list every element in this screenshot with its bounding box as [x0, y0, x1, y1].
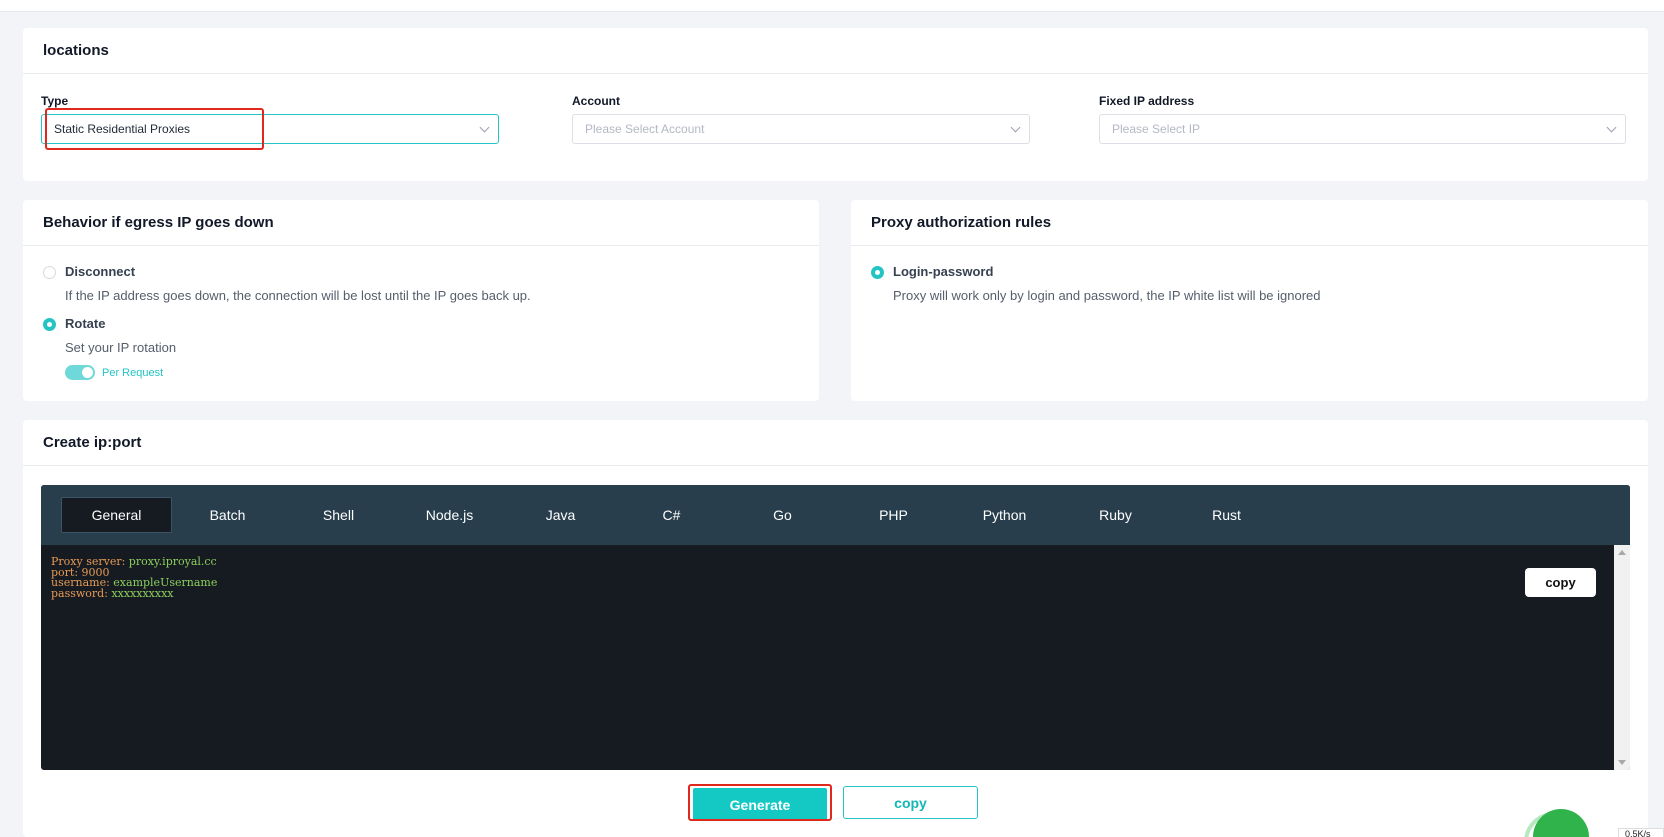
code-value: proxy.iproyal.cc	[128, 555, 217, 568]
fixed-ip-label: Fixed IP address	[1099, 94, 1195, 108]
rotate-radio[interactable]	[43, 318, 56, 331]
chevron-down-icon	[479, 122, 490, 132]
fixed-ip-field: Fixed IP address Please Select IP	[1099, 94, 1626, 144]
account-select[interactable]: Please Select Account	[572, 114, 1030, 144]
code-scrollbar[interactable]	[1614, 545, 1630, 770]
tab-shell[interactable]: Shell	[283, 497, 394, 533]
rotate-option[interactable]: Rotate Set your IP rotation	[43, 316, 176, 355]
tab-ruby[interactable]: Ruby	[1060, 497, 1171, 533]
locations-title: locations	[23, 28, 1648, 74]
language-tabs: General Batch Shell Node.js Java C# Go P…	[41, 485, 1630, 545]
tab-general[interactable]: General	[61, 497, 172, 533]
behavior-card: Behavior if egress IP goes down Disconne…	[23, 200, 819, 401]
code-panel: General Batch Shell Node.js Java C# Go P…	[41, 485, 1630, 770]
tab-php[interactable]: PHP	[838, 497, 949, 533]
per-request-toggle[interactable]: Per Request	[65, 365, 163, 380]
tab-nodejs[interactable]: Node.js	[394, 497, 505, 533]
fixed-ip-select-placeholder: Please Select IP	[1112, 122, 1201, 136]
tab-python[interactable]: Python	[949, 497, 1060, 533]
locations-card: locations Type Static Residential Proxie…	[23, 28, 1648, 181]
account-field: Account Please Select Account	[572, 94, 1030, 144]
code-line: password: xxxxxxxxxx	[51, 586, 217, 600]
type-select[interactable]: Static Residential Proxies	[41, 114, 499, 144]
tab-csharp[interactable]: C#	[616, 497, 727, 533]
create-ipport-card: Create ip:port General Batch Shell Node.…	[23, 420, 1648, 837]
top-bar	[0, 0, 1664, 12]
copy-button[interactable]: copy	[843, 786, 978, 819]
disconnect-title: Disconnect	[65, 264, 136, 279]
disconnect-radio[interactable]	[43, 266, 56, 279]
toggle-switch[interactable]	[65, 365, 95, 380]
tab-rust[interactable]: Rust	[1171, 497, 1282, 533]
account-label: Account	[572, 94, 620, 108]
scroll-up-icon[interactable]	[1618, 550, 1626, 555]
tab-java[interactable]: Java	[505, 497, 616, 533]
disconnect-option[interactable]: Disconnect If the IP address goes down, …	[43, 264, 531, 303]
login-password-option[interactable]: Login-password Proxy will work only by l…	[871, 264, 1321, 303]
behavior-title: Behavior if egress IP goes down	[23, 200, 819, 246]
proxy-rules-card: Proxy authorization rules Login-password…	[851, 200, 1648, 401]
type-label: Type	[41, 94, 69, 108]
toggle-label: Per Request	[102, 366, 164, 379]
login-password-title: Login-password	[893, 264, 994, 279]
tab-batch[interactable]: Batch	[172, 497, 283, 533]
generate-button[interactable]: Generate	[693, 788, 827, 821]
copy-code-button[interactable]: copy	[1525, 568, 1596, 597]
rotate-desc: Set your IP rotation	[65, 340, 177, 355]
code-value: xxxxxxxxxx	[111, 586, 174, 600]
account-select-placeholder: Please Select Account	[585, 122, 705, 136]
code-block: Proxy server: proxy.iproyal.cc port: 900…	[51, 555, 217, 600]
type-select-value: Static Residential Proxies	[54, 122, 191, 136]
rotate-title: Rotate	[65, 316, 106, 331]
chevron-down-icon	[1606, 122, 1617, 132]
chevron-down-icon	[1010, 122, 1021, 132]
tab-go[interactable]: Go	[727, 497, 838, 533]
net-speed-indicator: 0.5K/s	[1618, 828, 1664, 837]
login-password-radio[interactable]	[871, 266, 884, 279]
rules-title: Proxy authorization rules	[851, 200, 1648, 246]
scroll-down-icon[interactable]	[1618, 760, 1626, 765]
fixed-ip-select[interactable]: Please Select IP	[1099, 114, 1626, 144]
code-key: password:	[51, 586, 112, 600]
create-title: Create ip:port	[23, 420, 1648, 466]
login-password-desc: Proxy will work only by login and passwo…	[893, 288, 1321, 303]
disconnect-desc: If the IP address goes down, the connect…	[65, 288, 531, 303]
type-field: Type Static Residential Proxies	[41, 94, 499, 144]
